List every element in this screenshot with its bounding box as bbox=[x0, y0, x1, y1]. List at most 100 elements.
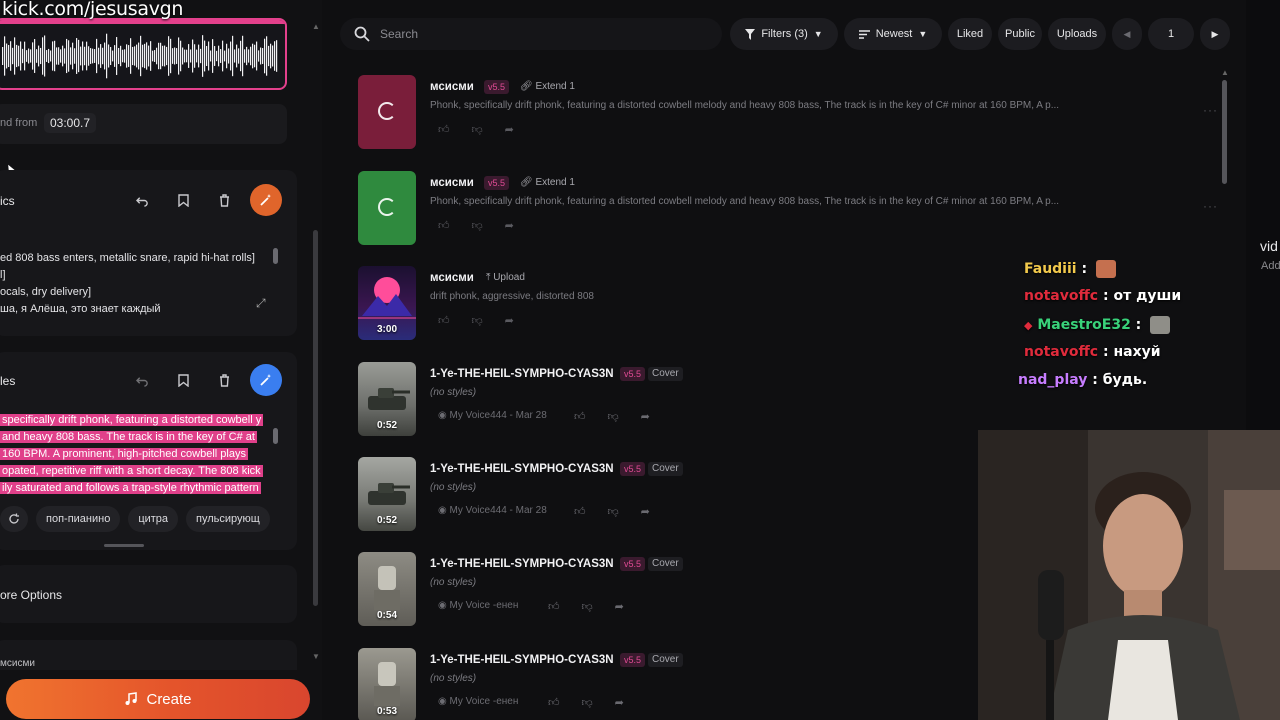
filters-button[interactable]: Filters (3) ▼ bbox=[730, 18, 838, 50]
song-title[interactable]: 1-Ye-THE-HEIL-SYMPHO-CYAS3N bbox=[430, 654, 614, 666]
extend-from-label: nd from bbox=[0, 117, 38, 129]
thumbs-down-icon[interactable]: 👎︎ bbox=[472, 123, 483, 136]
magic-wand-icon[interactable] bbox=[250, 184, 282, 216]
song-actions: 👍︎ 👎︎ ➦ bbox=[438, 314, 514, 327]
style-chip[interactable]: поп-пианино bbox=[36, 506, 121, 532]
undo-icon[interactable] bbox=[128, 366, 156, 394]
loading-spinner-icon bbox=[378, 198, 396, 216]
thumbs-up-icon[interactable]: 👍︎ bbox=[438, 219, 450, 232]
thumbs-down-icon[interactable]: 👎︎ bbox=[582, 696, 593, 709]
voice-icon: ◉ bbox=[438, 505, 450, 516]
thumbs-down-icon[interactable]: 👎︎ bbox=[472, 219, 483, 232]
styles-scrollbar[interactable] bbox=[273, 428, 278, 444]
share-icon[interactable]: ➦ bbox=[505, 123, 514, 136]
liked-filter-button[interactable]: Liked bbox=[948, 18, 992, 50]
share-icon[interactable]: ➦ bbox=[615, 696, 624, 709]
extend-time-field[interactable]: 03:00.7 bbox=[44, 113, 97, 133]
song-title[interactable]: 1-Ye-THE-HEIL-SYMPHO-CYAS3N bbox=[430, 463, 614, 475]
song-title[interactable]: 1-Ye-THE-HEIL-SYMPHO-CYAS3N bbox=[430, 368, 614, 380]
uploads-filter-button[interactable]: Uploads bbox=[1048, 18, 1106, 50]
lyrics-text[interactable]: ed 808 bass enters, metallic snare, rapi… bbox=[0, 250, 270, 318]
sort-icon bbox=[858, 29, 870, 39]
song-row[interactable]: мсисми v5.5 🔗︎ Extend 1 Phonk, specifica… bbox=[358, 171, 1218, 251]
song-description: Phonk, specifically drift phonk, featuri… bbox=[430, 100, 1060, 111]
lyrics-scrollbar[interactable] bbox=[273, 248, 278, 264]
style-chip[interactable]: цитра bbox=[128, 506, 179, 532]
chat-message: Faudiii : bbox=[1024, 260, 1116, 278]
sort-button[interactable]: Newest ▼ bbox=[844, 18, 942, 50]
search-bar[interactable] bbox=[340, 18, 722, 50]
version-badge: v5.5 bbox=[620, 557, 646, 571]
song-thumbnail[interactable]: 0:53 bbox=[358, 648, 416, 720]
left-scrollbar[interactable] bbox=[313, 230, 318, 606]
song-row[interactable]: мсисми v5.5 🔗︎ Extend 1 Phonk, specifica… bbox=[358, 75, 1218, 155]
bookmark-icon[interactable] bbox=[169, 366, 197, 394]
scroll-up-arrow-icon[interactable]: ▲ bbox=[312, 22, 320, 31]
song-title[interactable]: 1-Ye-THE-HEIL-SYMPHO-CYAS3N bbox=[430, 558, 614, 570]
thumbs-up-icon[interactable]: 👍︎ bbox=[574, 410, 586, 423]
song-actions: 👍︎ 👎︎ ➦ bbox=[574, 410, 650, 423]
song-description: (no styles) bbox=[430, 577, 477, 588]
refresh-icon[interactable] bbox=[0, 506, 28, 532]
next-page-button[interactable]: ▶ bbox=[1200, 18, 1230, 50]
song-title[interactable]: мсисми bbox=[430, 177, 474, 189]
more-options-icon[interactable]: ··· bbox=[1203, 199, 1218, 213]
song-actions: 👍︎ 👎︎ ➦ bbox=[438, 219, 514, 232]
song-thumbnail[interactable]: 3:00 bbox=[358, 266, 416, 340]
scroll-up-arrow-icon[interactable]: ▲ bbox=[1221, 68, 1229, 77]
share-icon[interactable]: ➦ bbox=[505, 314, 514, 327]
song-title[interactable]: мсисми bbox=[430, 272, 474, 284]
song-meta: ◉ My Voice444 - Mar 28 bbox=[438, 505, 547, 516]
song-thumbnail[interactable] bbox=[358, 171, 416, 245]
song-thumbnail[interactable]: 0:52 bbox=[358, 457, 416, 531]
thumbs-up-icon[interactable]: 👍︎ bbox=[438, 123, 450, 136]
public-filter-button[interactable]: Public bbox=[998, 18, 1042, 50]
voice-icon: ◉ bbox=[438, 410, 450, 421]
thumbs-down-icon[interactable]: 👎︎ bbox=[472, 314, 483, 327]
prev-page-button[interactable]: ◀ bbox=[1112, 18, 1142, 50]
song-meta: ◉ My Voice444 - Mar 28 bbox=[438, 410, 547, 421]
thumbs-up-icon[interactable]: 👍︎ bbox=[574, 505, 586, 518]
share-icon[interactable]: ➦ bbox=[615, 600, 624, 613]
styles-text[interactable]: specifically drift phonk, featuring a di… bbox=[0, 412, 270, 497]
share-icon[interactable]: ➦ bbox=[505, 219, 514, 232]
styles-title: les bbox=[0, 374, 16, 388]
thumbs-up-icon[interactable]: 👍︎ bbox=[548, 696, 560, 709]
kind-badge: Cover bbox=[648, 462, 683, 476]
song-title[interactable]: мсисми bbox=[430, 81, 474, 93]
chips-scrollbar[interactable] bbox=[104, 544, 144, 547]
trash-icon[interactable] bbox=[210, 186, 238, 214]
scroll-down-arrow-icon[interactable]: ▼ bbox=[312, 652, 320, 661]
share-icon[interactable]: ➦ bbox=[641, 410, 650, 423]
expand-icon[interactable]: ⤢ bbox=[256, 296, 266, 311]
thumbs-up-icon[interactable]: 👍︎ bbox=[548, 600, 560, 613]
create-button[interactable]: Create bbox=[6, 679, 310, 719]
style-chip[interactable]: пульсирующ bbox=[186, 506, 270, 532]
song-thumbnail[interactable]: 0:54 bbox=[358, 552, 416, 626]
workspace-selector[interactable]: мсисми bbox=[0, 640, 297, 670]
link-icon: 🔗︎ bbox=[520, 81, 536, 92]
search-input[interactable] bbox=[380, 27, 680, 41]
undo-icon[interactable] bbox=[128, 186, 156, 214]
more-options-icon[interactable]: ··· bbox=[1203, 103, 1218, 117]
trash-icon[interactable] bbox=[210, 366, 238, 394]
kind-badge: 🔗︎ Extend 1 bbox=[520, 177, 575, 188]
page-number-label: 1 bbox=[1167, 28, 1175, 40]
thumbs-down-icon[interactable]: 👎︎ bbox=[582, 600, 593, 613]
share-icon[interactable]: ➦ bbox=[641, 505, 650, 518]
thumbs-down-icon[interactable]: 👎︎ bbox=[608, 410, 619, 423]
library-scrollbar[interactable] bbox=[1222, 80, 1227, 184]
audio-waveform[interactable] bbox=[0, 18, 287, 90]
song-description: drift phonk, aggressive, distorted 808 bbox=[430, 291, 594, 302]
bookmark-icon[interactable] bbox=[169, 186, 197, 214]
magic-wand-icon[interactable] bbox=[250, 364, 282, 396]
thumbs-down-icon[interactable]: 👎︎ bbox=[608, 505, 619, 518]
song-thumbnail[interactable] bbox=[358, 75, 416, 149]
styles-card: les specifically drift phonk, featuring … bbox=[0, 352, 297, 550]
search-icon bbox=[354, 26, 370, 42]
song-thumbnail[interactable]: 0:52 bbox=[358, 362, 416, 436]
page-number[interactable]: 1 bbox=[1148, 18, 1194, 50]
more-options-toggle[interactable]: ore Options bbox=[0, 565, 297, 623]
thumbs-up-icon[interactable]: 👍︎ bbox=[438, 314, 450, 327]
loading-spinner-icon bbox=[378, 102, 396, 120]
